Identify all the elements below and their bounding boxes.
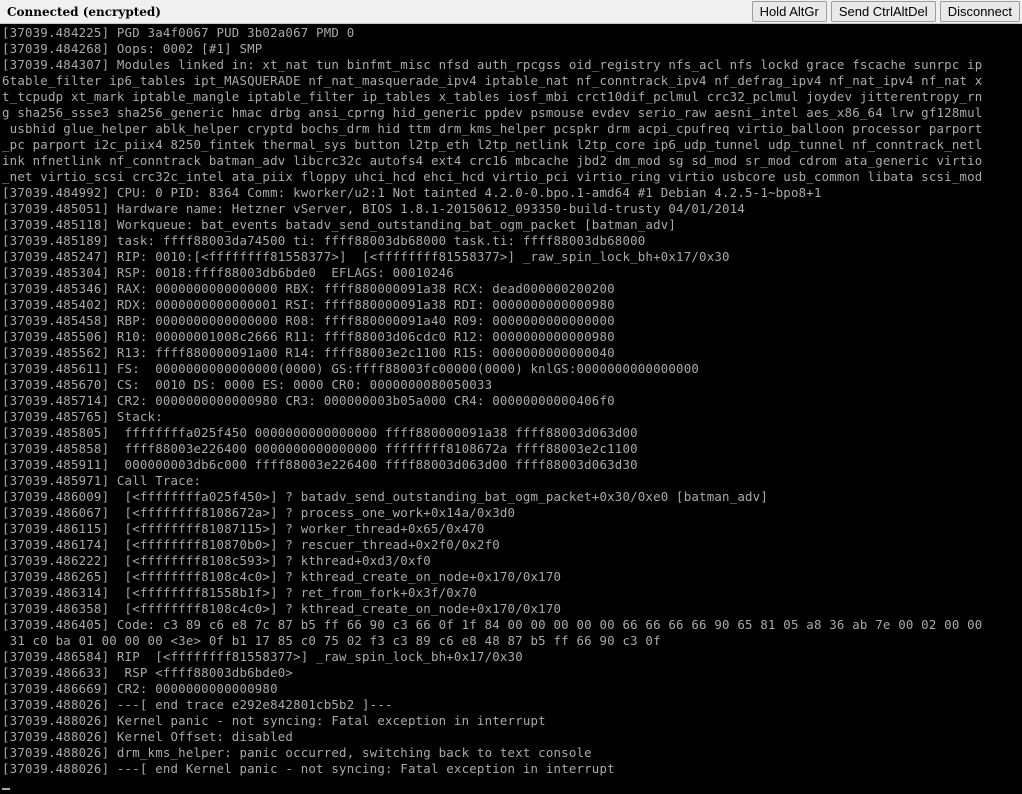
console-line: [37039.485402] RDX: 0000000000000001 RSI… [2, 297, 615, 312]
vnc-toolbar: Connected (encrypted) Hold AltGr Send Ct… [0, 0, 1022, 24]
console-line: [37039.484225] PGD 3a4f0067 PUD 3b02a067… [2, 25, 355, 40]
console-line: [37039.485911] 000000003db6c000 ffff8800… [2, 457, 638, 472]
console-line: [37039.485562] R13: ffff880000091a00 R14… [2, 345, 615, 360]
console-line: _net virtio_scsi crc32c_intel ata_piix f… [2, 169, 983, 184]
console-line: [37039.485458] RBP: 0000000000000000 R08… [2, 313, 615, 328]
console-line: [37039.488026] drm_kms_helper: panic occ… [2, 745, 592, 760]
console-line: [37039.486405] Code: c3 89 c6 e8 7c 87 b… [2, 617, 983, 632]
console-line: usbhid glue_helper ablk_helper cryptd bo… [2, 121, 983, 136]
console-line: [37039.485304] RSP: 0018:ffff88003db6bde… [2, 265, 454, 280]
console-line: [37039.486669] CR2: 0000000000000980 [2, 681, 278, 696]
console-line: [37039.484268] Oops: 0002 [#1] SMP [2, 41, 263, 56]
console-line: [37039.485118] Workqueue: bat_events bat… [2, 217, 677, 232]
console-line: 6table_filter ip6_tables ipt_MASQUERADE … [2, 73, 983, 88]
console-line: [37039.485670] CS: 0010 DS: 0000 ES: 000… [2, 377, 493, 392]
console-line: [37039.488026] ---[ end trace e292e84280… [2, 697, 393, 712]
disconnect-button[interactable]: Disconnect [939, 1, 1020, 22]
console-line: t_tcpudp xt_mark iptable_mangle iptable_… [2, 89, 983, 104]
console-line: [37039.486633] RSP <ffff88003db6bde0> [2, 665, 294, 680]
connection-status: Connected (encrypted) [7, 4, 161, 19]
console-line: [37039.485346] RAX: 0000000000000000 RBX… [2, 281, 615, 296]
console-line: [37039.485611] FS: 0000000000000000(0000… [2, 361, 700, 376]
console-line: _pc parport i2c_piix4 8250_fintek therma… [2, 137, 983, 152]
console-line: g sha256_ssse3 sha256_generic hmac drbg … [2, 105, 983, 120]
console-line: [37039.485189] task: ffff88003da74500 ti… [2, 233, 646, 248]
console-line: [37039.486222] [<ffffffff8108c593>] ? kt… [2, 553, 431, 568]
console-line: [37039.485506] R10: 00000001008c2666 R11… [2, 329, 615, 344]
console-line: [37039.486115] [<ffffffff81087115>] ? wo… [2, 521, 485, 536]
console-cursor [2, 788, 10, 790]
console-line: [37039.486584] RIP [<ffffffff81558377>] … [2, 649, 523, 664]
console-screen[interactable]: [37039.484225] PGD 3a4f0067 PUD 3b02a067… [0, 24, 1022, 794]
console-line: [37039.485765] Stack: [2, 409, 163, 424]
console-line: [37039.485805] ffffffffa025f450 00000000… [2, 425, 638, 440]
console-line: [37039.484992] CPU: 0 PID: 8364 Comm: kw… [2, 185, 822, 200]
console-line: [37039.486265] [<ffffffff8108c4c0>] ? kt… [2, 569, 562, 584]
console-line: ink nfnetlink nf_conntrack batman_adv li… [2, 153, 983, 168]
console-line: [37039.485247] RIP: 0010:[<ffffffff81558… [2, 249, 730, 264]
toolbar-buttons: Hold AltGr Send CtrlAltDel Disconnect [751, 0, 1022, 23]
console-line: [37039.486358] [<ffffffff8108c4c0>] ? kt… [2, 601, 562, 616]
console-line: [37039.486314] [<ffffffff81558b1f>] ? re… [2, 585, 477, 600]
console-line: [37039.484307] Modules linked in: xt_nat… [2, 57, 983, 72]
hold-altgr-button[interactable]: Hold AltGr [751, 1, 827, 22]
console-line: [37039.485971] Call Trace: [2, 473, 202, 488]
console-line: [37039.488026] Kernel Offset: disabled [2, 729, 294, 744]
send-ctrlaltdel-button[interactable]: Send CtrlAltDel [830, 1, 936, 22]
console-line: [37039.488026] ---[ end Kernel panic - n… [2, 761, 615, 776]
console-line: [37039.486174] [<ffffffff810870b0>] ? re… [2, 537, 500, 552]
console-line: [37039.486009] [<ffffffffa025f450>] ? ba… [2, 489, 768, 504]
console-line: [37039.486067] [<ffffffff8108672a>] ? pr… [2, 505, 516, 520]
console-line: [37039.485051] Hardware name: Hetzner vS… [2, 201, 745, 216]
console-output: [37039.484225] PGD 3a4f0067 PUD 3b02a067… [0, 24, 1022, 777]
console-line: [37039.485858] ffff88003e226400 00000000… [2, 441, 638, 456]
console-line: [37039.485714] CR2: 0000000000000980 CR3… [2, 393, 615, 408]
console-line: [37039.488026] Kernel panic - not syncin… [2, 713, 546, 728]
console-line: 31 c0 ba 01 00 00 00 <3e> 0f b1 17 85 c0… [2, 633, 661, 648]
